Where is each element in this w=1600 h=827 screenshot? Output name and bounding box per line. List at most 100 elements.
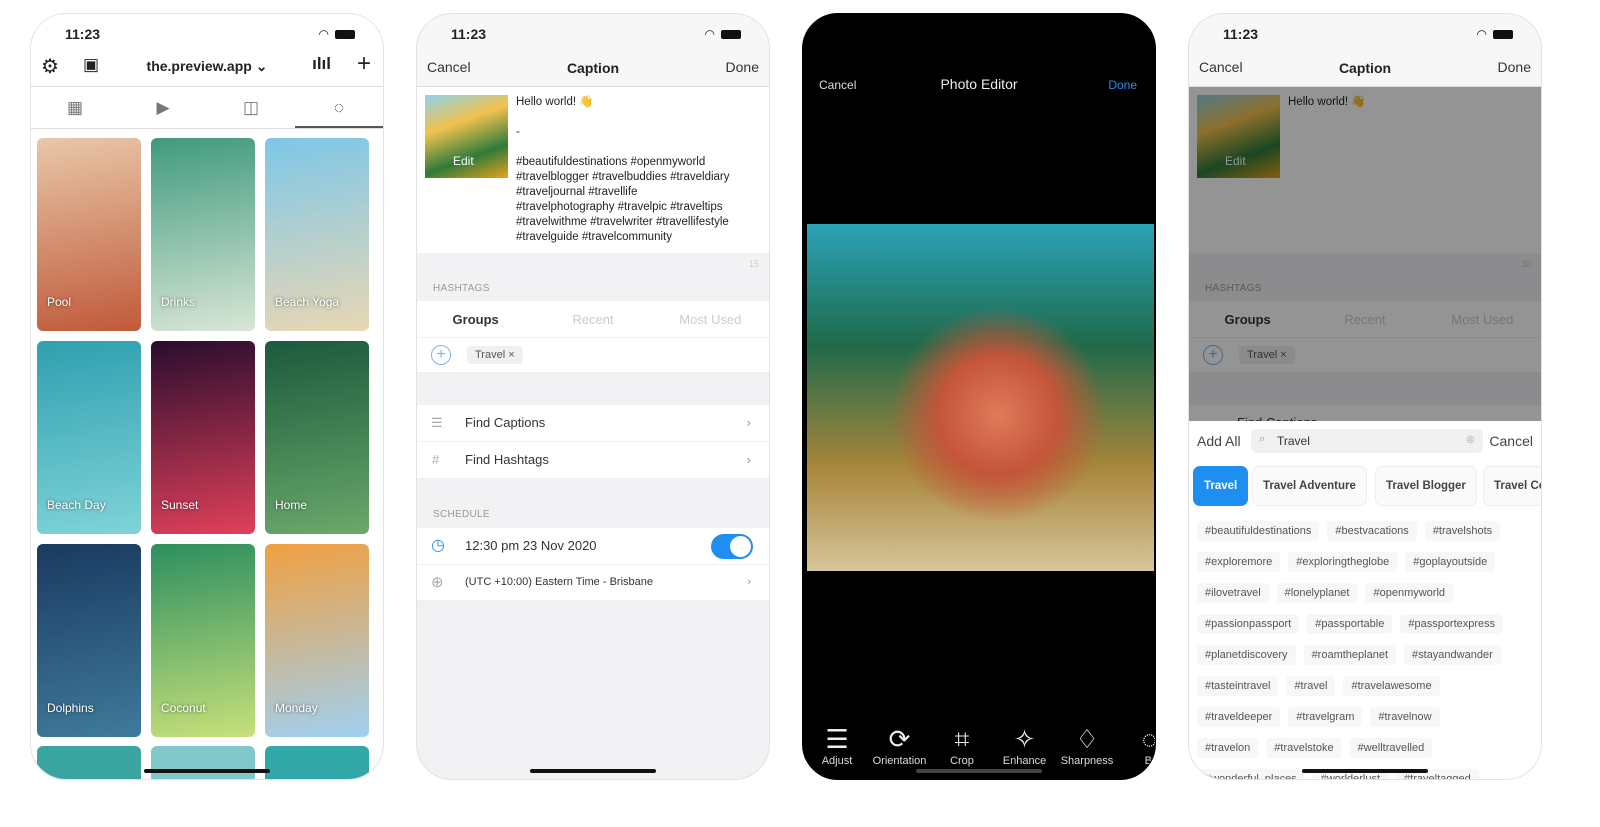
find-hashtags-row[interactable]: # Find Hashtags › <box>417 442 769 479</box>
hashtag-chip[interactable]: #openmyworld <box>1365 583 1454 603</box>
tool-crop[interactable]: ⌗ Crop <box>931 723 993 767</box>
hashtag-chip[interactable]: #traveldeeper <box>1197 707 1281 727</box>
hashtag-chip[interactable]: #travelawesome <box>1343 676 1440 696</box>
hashtag-chip[interactable]: #tasteintravel <box>1197 676 1279 696</box>
timezone-label: (UTC +10:00) Eastern Time - Brisbane <box>465 576 653 588</box>
hashtag-row: #passionpassport #passportable #passportex… <box>1197 614 1541 645</box>
hashtag-chip[interactable]: #passionpassport <box>1197 614 1300 634</box>
group-travel-co[interactable]: Travel Co <box>1483 466 1541 506</box>
find-captions-label: Find Captions <box>465 415 546 430</box>
tool-orientation[interactable]: ⟳ Orientation <box>869 723 931 767</box>
tool-label: Crop <box>950 755 974 767</box>
hashtag-chip[interactable]: #ilovetravel <box>1197 583 1269 603</box>
caption-input[interactable]: Hello world! 👋 - #beautifuldestinations … <box>516 95 766 245</box>
grid-tile[interactable]: Sunset <box>151 341 255 534</box>
tab-recent[interactable]: Recent <box>534 301 651 337</box>
phone-feed-grid: 11:23 ◠ ⚙ ▣ the.preview.app ⌄ ılıl + ▦ ▶… <box>30 13 384 780</box>
tool-adjust[interactable]: ☰ Adjust <box>806 723 868 767</box>
crop-icon: ⌗ <box>954 724 970 754</box>
grid-tile-partial[interactable] <box>151 746 255 779</box>
hashtag-chip[interactable]: #goplayoutside <box>1405 552 1496 572</box>
chevron-right-icon: › <box>747 576 751 588</box>
find-captions-row[interactable]: ☰ Find Captions › <box>417 405 769 442</box>
group-chip[interactable]: Travel × <box>467 346 523 364</box>
grid-tile[interactable]: Coconut <box>151 544 255 737</box>
feed-tabs: ▦ ▶ ◫ ◌ <box>31 87 383 129</box>
hashtag-row: #beautifuldestinations #bestvacations #tra… <box>1197 521 1541 552</box>
schedule-toggle[interactable] <box>711 534 753 559</box>
igtv-tab-icon[interactable]: ◫ <box>207 87 295 128</box>
blur-icon: ◌ <box>1141 724 1156 754</box>
hashtag-chip[interactable]: #roamtheplanet <box>1303 645 1397 665</box>
add-group-icon[interactable]: + <box>431 345 451 365</box>
tool-bl[interactable]: ◌ Bl <box>1119 723 1156 767</box>
timezone-row[interactable]: ⊕ (UTC +10:00) Eastern Time - Brisbane › <box>417 565 769 601</box>
hashtag-chip[interactable]: #welltravelled <box>1349 738 1433 758</box>
grid-tile[interactable]: Home <box>265 341 369 534</box>
adjust-icon: ☰ <box>825 724 849 754</box>
modal-overlay[interactable] <box>1189 87 1541 421</box>
search-input[interactable]: ⌕ Travel ⊗ <box>1251 429 1483 453</box>
edit-label: Edit <box>453 154 474 168</box>
hashtag-chip[interactable]: #travelnow <box>1370 707 1440 727</box>
hashtag-chip[interactable]: #travelshots <box>1424 521 1501 541</box>
hashtag-chip[interactable]: #exploremore <box>1197 552 1281 572</box>
group-travel[interactable]: Travel <box>1193 466 1249 506</box>
hashtag-chip[interactable]: #travelon <box>1197 738 1259 758</box>
hashtag-chip[interactable]: #lonelyplanet <box>1276 583 1358 603</box>
stories-tab-icon[interactable]: ◌ <box>295 87 383 128</box>
tool-enhance[interactable]: ✧ Enhance <box>994 723 1056 767</box>
group-travel-adventure[interactable]: Travel Adventure <box>1252 466 1367 506</box>
schedule-time[interactable]: 12:30 pm 23 Nov 2020 <box>465 528 597 564</box>
plus-icon[interactable]: + <box>357 50 371 78</box>
post-thumbnail[interactable]: Edit <box>425 95 508 178</box>
tool-sharpness[interactable]: ♢ Sharpness <box>1056 723 1118 767</box>
grid-tile[interactable]: Pool <box>37 138 141 331</box>
hashtag-chip[interactable]: #travel <box>1286 676 1336 696</box>
cancel-search-button[interactable]: Cancel <box>1489 433 1533 449</box>
grid-tab-icon[interactable]: ▦ <box>31 87 119 128</box>
grid-tile[interactable]: Beach Day <box>37 341 141 534</box>
hashtag-chip[interactable]: #passportexpress <box>1400 614 1504 634</box>
hashtag-chip[interactable]: #stayandwander <box>1404 645 1501 665</box>
grid-tile[interactable]: Monday <box>265 544 369 737</box>
done-button[interactable]: Done <box>1498 59 1531 75</box>
tile-label: Home <box>275 498 308 512</box>
group-travel-blogger[interactable]: Travel Blogger <box>1375 466 1477 506</box>
add-all-button[interactable]: Add All <box>1197 433 1241 449</box>
chevron-down-icon: ⌄ <box>255 58 268 74</box>
status-icons: ◠ <box>1477 27 1513 41</box>
reels-tab-icon[interactable]: ▶ <box>119 87 207 128</box>
hashtag-chip[interactable]: #wonderful_places <box>1197 769 1305 779</box>
hashtag-chip[interactable]: #travelstoke <box>1266 738 1342 758</box>
done-button[interactable]: Done <box>726 59 759 75</box>
chevron-right-icon: › <box>746 415 751 430</box>
grid-tile[interactable]: Beach Yoga <box>265 138 369 331</box>
hashtag-chip[interactable]: #beautifuldestinations <box>1197 521 1320 541</box>
done-button[interactable]: Done <box>1108 78 1137 92</box>
wifi-icon: ◠ <box>1476 27 1487 41</box>
header: 11:23 ◠ ⚙ ▣ the.preview.app ⌄ ılıl + <box>31 14 383 87</box>
grid-tile-partial[interactable] <box>265 746 369 779</box>
grid-tile-partial[interactable] <box>37 746 141 779</box>
close-icon[interactable]: × <box>508 349 514 361</box>
clock-icon: ◷ <box>431 537 445 554</box>
clear-icon[interactable]: ⊗ <box>1466 433 1475 446</box>
grid-tile[interactable]: Drinks <box>151 138 255 331</box>
hashtag-chip[interactable]: #passportable <box>1307 614 1393 634</box>
hashtag-chip[interactable]: #exploringtheglobe <box>1288 552 1398 572</box>
hashtag-chip[interactable]: #planetdiscovery <box>1197 645 1296 665</box>
hashtag-chip[interactable]: #bestvacations <box>1327 521 1417 541</box>
screen-title: Photo Editor <box>940 76 1018 92</box>
tool-label: Bl <box>1144 755 1155 767</box>
tile-label: Pool <box>47 295 72 309</box>
tab-most-used[interactable]: Most Used <box>652 301 769 337</box>
schedule-row[interactable]: ◷ 12:30 pm 23 Nov 2020 <box>417 528 769 565</box>
hashtag-chip[interactable]: #travelgram <box>1288 707 1363 727</box>
tool-label: Orientation <box>872 755 927 767</box>
grid-tile[interactable]: Dolphins <box>37 544 141 737</box>
hashtag-row: #exploremore #exploringtheglobe #goplayout… <box>1197 552 1541 583</box>
tab-groups[interactable]: Groups <box>417 301 534 337</box>
search-value: Travel <box>1277 434 1310 448</box>
stats-icon[interactable]: ılıl <box>312 54 331 74</box>
